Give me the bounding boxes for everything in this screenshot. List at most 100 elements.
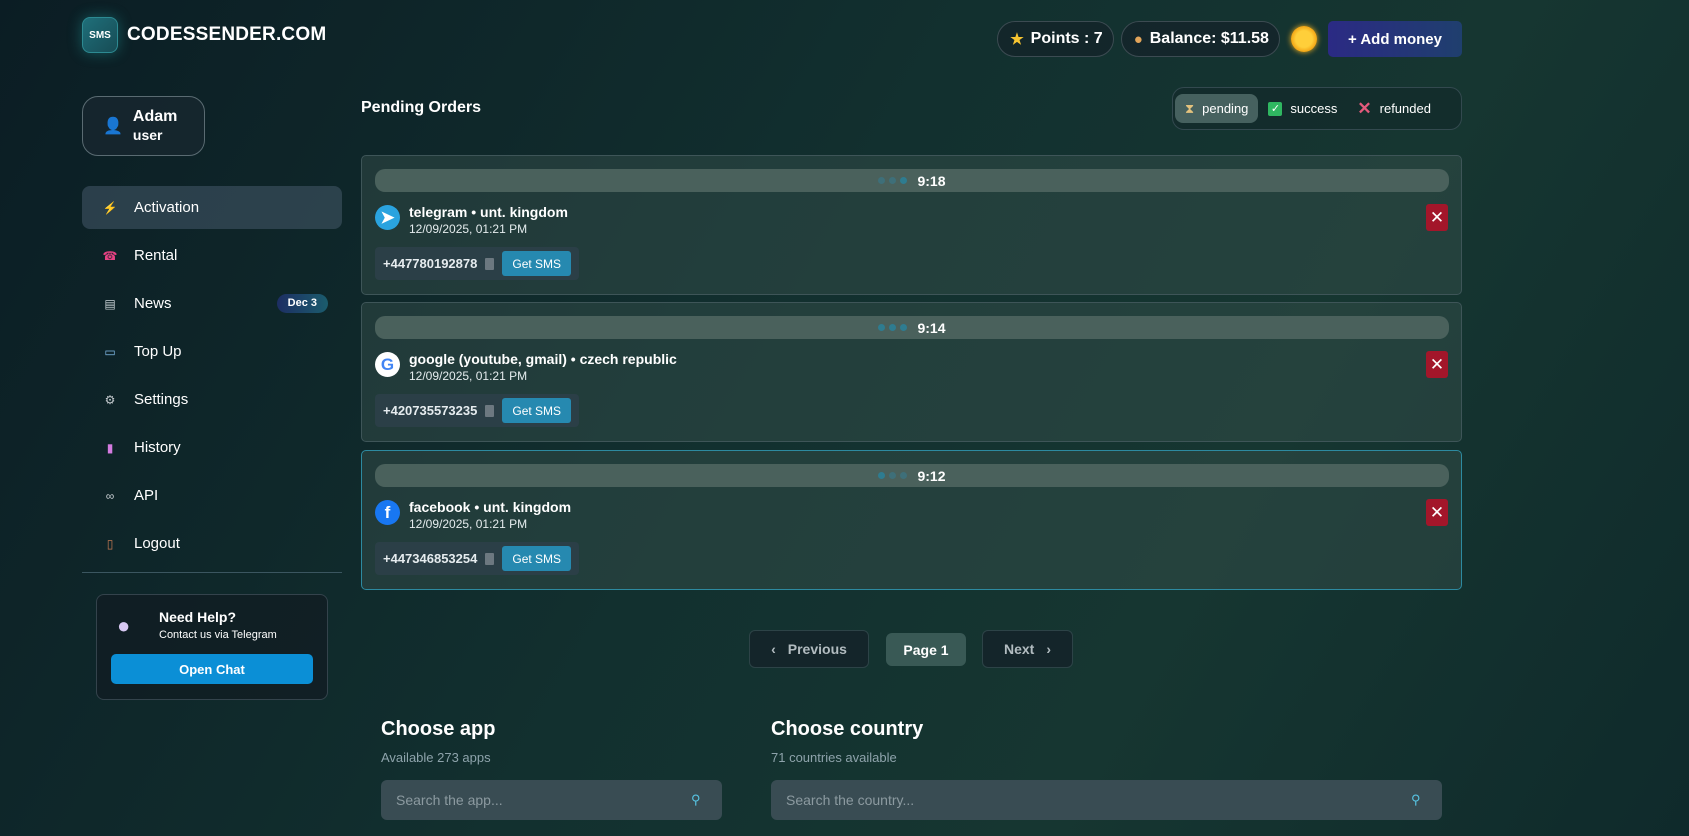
phone-number: +447346853254 [383, 551, 478, 566]
phone-row: +447780192878 Get SMS [375, 247, 580, 280]
sidebar-divider [82, 572, 342, 573]
chevron-right-icon: › [1046, 641, 1052, 657]
order-date: 12/09/2025, 01:21 PM [409, 517, 528, 531]
country-search-input[interactable] [771, 780, 1442, 820]
telegram-icon: ➤ [375, 205, 400, 230]
phone-row: +447346853254 Get SMS [375, 542, 580, 575]
next-page-button[interactable]: Next › [982, 630, 1073, 668]
sidebar-item-news[interactable]: ▤ News Dec 3 [82, 282, 342, 325]
order-timer: 9:14 [917, 319, 946, 336]
filter-pending[interactable]: ⧗ pending [1175, 94, 1259, 123]
points-label: Points : 7 [1030, 30, 1103, 47]
chevron-left-icon: ‹ [771, 641, 776, 657]
x-icon: ✕ [1357, 98, 1372, 118]
search-icon: ⚲ [691, 792, 701, 807]
order-app: telegram • unt. kingdom [409, 204, 568, 220]
filter-label: success [1290, 101, 1338, 116]
copy-icon[interactable] [485, 552, 495, 565]
link-icon: ∞ [105, 488, 115, 503]
user-card[interactable]: 👤 Adam user [82, 96, 205, 156]
timer-bar: 9:12 [375, 464, 1449, 487]
money-bag-icon: ● [1133, 30, 1143, 48]
user-name: Adam [132, 108, 178, 125]
gear-icon: ⚙ [104, 392, 116, 407]
order-card: 9:14 G google (youtube, gmail) • czech r… [361, 302, 1462, 442]
get-sms-button[interactable]: Get SMS [502, 398, 572, 423]
sidebar-item-activation[interactable]: ⚡ Activation [82, 186, 342, 229]
phone-number: +447780192878 [383, 256, 478, 271]
sidebar-item-label: Logout [134, 535, 180, 552]
sidebar-item-label: Rental [134, 247, 178, 264]
open-chat-button[interactable]: Open Chat [111, 654, 313, 684]
brand-logo[interactable]: SMS CODESSENDER.COM [82, 17, 326, 53]
user-avatar-icon: 👤 [103, 118, 123, 135]
google-icon: G [375, 352, 400, 377]
facebook-icon: f [375, 500, 400, 525]
sidebar-item-label: News [134, 295, 172, 312]
help-subtitle: Contact us via Telegram [159, 629, 277, 641]
points-pill: ★ Points : 7 [997, 21, 1114, 57]
app-search-input[interactable] [381, 780, 722, 820]
previous-label: Previous [787, 641, 847, 657]
order-date: 12/09/2025, 01:21 PM [409, 369, 528, 383]
sidebar-item-label: API [134, 487, 159, 504]
timer-bar: 9:18 [375, 169, 1449, 192]
newspaper-icon: ▤ [104, 296, 116, 311]
sidebar-item-api[interactable]: ∞ API [82, 474, 342, 517]
sun-icon[interactable] [1290, 26, 1317, 52]
get-sms-button[interactable]: Get SMS [502, 546, 572, 571]
hourglass-icon: ⧗ [1185, 100, 1195, 116]
status-filter: ⧗ pending ✓ success ✕ refunded [1172, 87, 1462, 130]
search-icon: ⚲ [1411, 792, 1421, 807]
sidebar-item-label: History [134, 439, 181, 456]
news-date-badge: Dec 3 [276, 294, 328, 313]
help-title: Need Help? [159, 609, 237, 625]
filter-label: refunded [1379, 101, 1431, 116]
balance-label: Balance: $11.58 [1149, 30, 1269, 47]
order-timer: 9:18 [917, 172, 946, 189]
cancel-order-button[interactable]: ✕ [1426, 499, 1448, 526]
checkbox-icon: ✓ [1268, 101, 1283, 116]
header-actions: ★ Points : 7 ● Balance: $11.58 + Add mon… [997, 21, 1462, 57]
filter-success[interactable]: ✓ success [1258, 94, 1347, 123]
star-icon: ★ [1010, 31, 1024, 48]
sidebar-item-top-up[interactable]: ▭ Top Up [82, 330, 342, 373]
timer-bar: 9:14 [375, 316, 1449, 339]
user-role: user [132, 127, 163, 143]
loading-dots [878, 324, 908, 331]
get-sms-button[interactable]: Get SMS [502, 251, 572, 276]
door-icon: ▯ [106, 536, 114, 551]
cancel-order-button[interactable]: ✕ [1426, 351, 1448, 378]
sidebar-item-label: Settings [134, 391, 189, 408]
cancel-order-button[interactable]: ✕ [1426, 204, 1448, 231]
speech-bubble-icon: ● [117, 613, 131, 638]
lightning-icon: ⚡ [102, 200, 118, 215]
choose-country-subtitle: 71 countries available [771, 750, 897, 765]
order-app: facebook • unt. kingdom [409, 499, 572, 515]
sidebar-item-logout[interactable]: ▯ Logout [82, 522, 342, 565]
balance-pill: ● Balance: $11.58 [1120, 21, 1280, 57]
sidebar-item-rental[interactable]: ☎ Rental [82, 234, 342, 277]
sidebar-item-label: Top Up [134, 343, 182, 360]
choose-app-subtitle: Available 273 apps [381, 750, 491, 765]
copy-icon[interactable] [485, 257, 495, 270]
logo-badge: SMS [82, 17, 118, 53]
sidebar-item-label: Activation [134, 199, 200, 216]
sidebar-item-history[interactable]: ▮ History [82, 426, 342, 469]
previous-page-button[interactable]: ‹ Previous [749, 630, 869, 668]
phone-icon: ☎ [102, 248, 118, 263]
add-money-button[interactable]: + Add money [1327, 21, 1462, 57]
choose-country-title: Choose country [771, 718, 924, 740]
order-date: 12/09/2025, 01:21 PM [409, 222, 528, 236]
sidebar-item-settings[interactable]: ⚙ Settings [82, 378, 342, 421]
loading-dots [878, 177, 908, 184]
order-card: 9:12 f facebook • unt. kingdom 12/09/202… [361, 450, 1462, 590]
phone-number: +420735573235 [383, 403, 478, 418]
filter-label: pending [1202, 101, 1249, 116]
filter-refunded[interactable]: ✕ refunded [1347, 94, 1441, 123]
phone-row: +420735573235 Get SMS [375, 394, 580, 427]
page-title: Pending Orders [361, 99, 482, 116]
copy-icon[interactable] [485, 404, 495, 417]
choose-app-title: Choose app [381, 718, 496, 740]
order-app: google (youtube, gmail) • czech republic [409, 351, 677, 367]
